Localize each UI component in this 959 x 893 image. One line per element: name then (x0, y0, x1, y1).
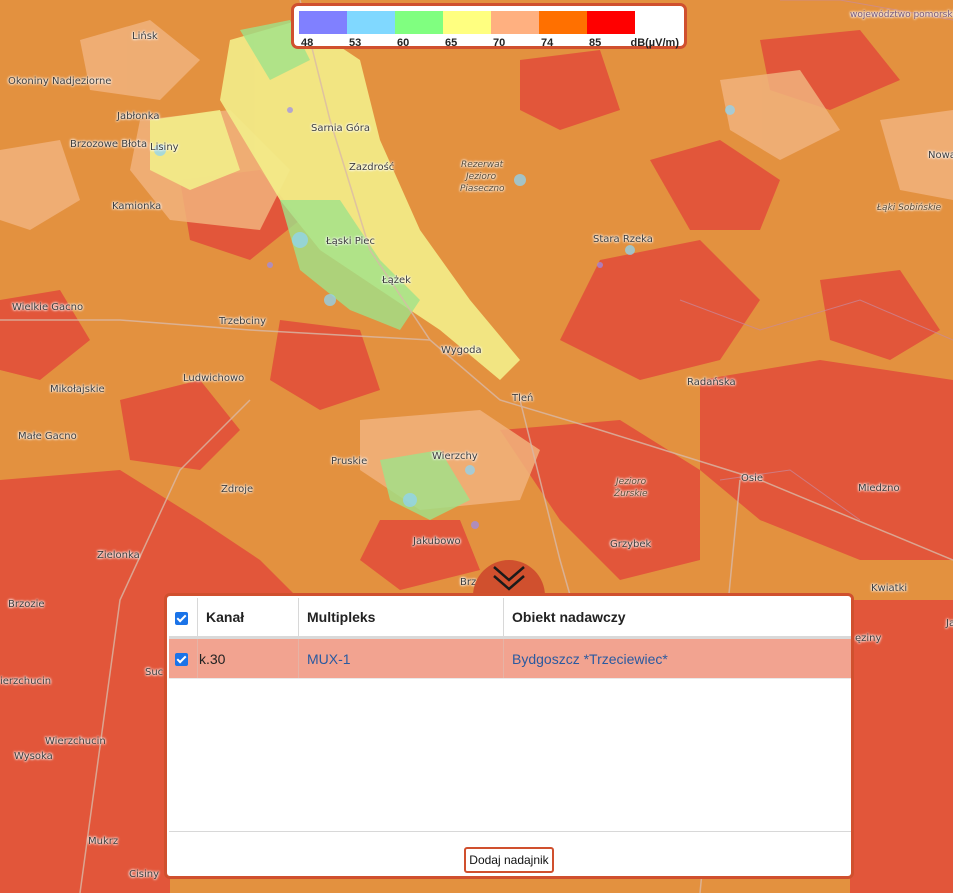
place-label: Cisiny (129, 869, 160, 880)
place-label: Ja (946, 618, 953, 629)
place-label: Łąski Piec (326, 236, 375, 247)
place-label: Zazdrość (349, 162, 395, 173)
table-header-row: Kanał Multipleks Obiekt nadawczy (169, 598, 851, 639)
place-label: Lińsk (132, 31, 158, 42)
select-all-checkbox[interactable] (175, 611, 188, 625)
place-label: Stara Rzeka (593, 234, 653, 245)
place-label: Małe Gacno (18, 431, 77, 442)
legend-swatch (347, 11, 395, 34)
legend-swatch (539, 11, 587, 34)
place-label: Zdroje (221, 484, 254, 495)
place-label: Wygoda (441, 345, 482, 356)
place-label: Okoniny Nadjeziorne (8, 76, 112, 87)
transmitter-table: Kanał Multipleks Obiekt nadawczy k.30 MU… (169, 598, 851, 679)
place-label: Jakubowo (413, 536, 461, 547)
double-chevron-down-icon (493, 566, 525, 591)
column-header-multiplex[interactable]: Multipleks (298, 598, 504, 639)
add-transmitter-button[interactable]: Dodaj nadajnik (464, 847, 554, 873)
table-row[interactable]: k.30 MUX-1 Bydgoszcz *Trzeciewiec* (169, 637, 851, 679)
column-header-transmitter[interactable]: Obiekt nadawczy (503, 598, 851, 639)
place-label: Mikołajskie (50, 384, 105, 395)
region-border-label: województwo pomorskie (850, 10, 953, 20)
place-label: Grzybek (610, 539, 652, 550)
transmitter-panel: Kanał Multipleks Obiekt nadawczy k.30 MU… (164, 593, 854, 879)
legend-tick-label: 65 (445, 37, 458, 49)
legend-tick-label: 74 (541, 37, 554, 49)
place-label: Wierzchy (432, 451, 478, 462)
legend-swatch (587, 11, 635, 34)
place-label: Kamionka (112, 201, 162, 212)
place-label: Trzebciny (219, 316, 267, 327)
place-label: Łąki Sobińskie (877, 203, 942, 213)
place-label: Piaseczno (460, 184, 505, 194)
legend-swatch (443, 11, 491, 34)
place-label: Kwiatki (871, 583, 908, 594)
place-label: Lisiny (150, 142, 179, 153)
place-label: Wierzchucin (45, 736, 106, 747)
legend-color-scale (299, 11, 635, 34)
legend-unit: dB(µV/m) (630, 37, 679, 49)
place-label: Sarnia Góra (311, 123, 370, 134)
row-checkbox-cell[interactable] (169, 637, 198, 679)
place-label: Żurskie (614, 489, 648, 499)
place-label: Osie (741, 473, 764, 484)
legend-tick-label: 85 (589, 37, 602, 49)
place-label: ierzchucin (0, 676, 52, 687)
legend-tick-label: 70 (493, 37, 506, 49)
place-label: Brzozie (8, 599, 45, 610)
map-edge (953, 0, 959, 893)
cell-multiplex-link[interactable]: MUX-1 (298, 637, 504, 679)
legend-tick-label: 60 (397, 37, 410, 49)
cell-channel: k.30 (197, 637, 299, 679)
place-label: Miedzno (858, 483, 900, 494)
place-label: Jabłonka (117, 111, 160, 122)
signal-strength-legend: 48 53 60 65 70 74 85 dB(µV/m) (291, 3, 687, 49)
cell-transmitter-link[interactable]: Bydgoszcz *Trzeciewiec* (503, 637, 851, 679)
place-label: Radańska (687, 377, 736, 388)
legend-swatch (395, 11, 443, 34)
row-checkbox[interactable] (175, 653, 188, 667)
legend-ticks: 48 53 60 65 70 74 85 (294, 37, 684, 51)
place-label: Rezerwat (461, 160, 504, 170)
place-label: Tleń (512, 393, 534, 404)
legend-swatch (299, 11, 347, 34)
legend-swatch (491, 11, 539, 34)
place-label: Jezioro (616, 477, 647, 487)
place-label: Wielkie Gacno (12, 302, 84, 313)
legend-tick-label: 53 (349, 37, 362, 49)
select-all-cell[interactable] (169, 598, 198, 639)
column-header-channel[interactable]: Kanał (197, 598, 299, 639)
table-bottom-divider (169, 831, 851, 832)
place-label: Brzozowe Błota (70, 139, 148, 150)
place-label: Ludwichowo (183, 373, 245, 384)
place-label: Wysoka (14, 751, 53, 762)
place-label: Pruskie (331, 456, 368, 467)
place-label: Łążek (382, 275, 411, 286)
place-label: Nowa (928, 150, 953, 161)
place-label: Suc (145, 667, 164, 678)
place-label: Jezioro (466, 172, 497, 182)
place-label: ęziny (855, 633, 882, 644)
legend-tick-label: 48 (301, 37, 314, 49)
place-label: Mukrz (88, 836, 119, 847)
place-label: Zielonka (97, 550, 140, 561)
